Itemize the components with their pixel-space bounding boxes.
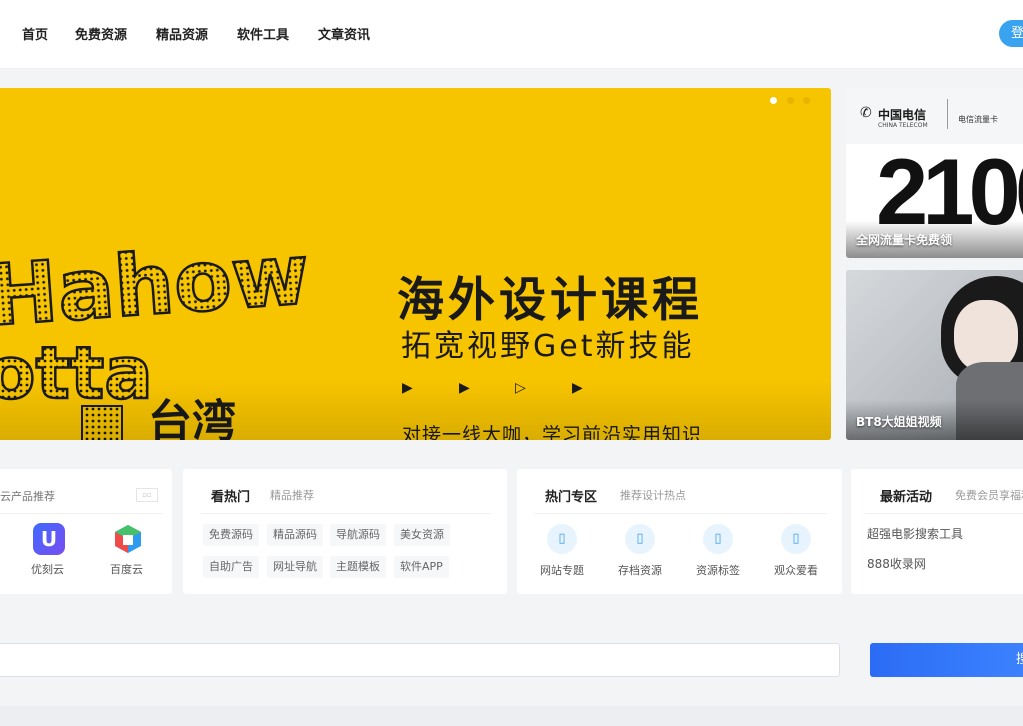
art-word-taiwan: 台湾 [148, 396, 236, 440]
widget-title: 云产品推荐 [0, 490, 55, 503]
tag-software-app[interactable]: 软件APP [394, 556, 449, 578]
nav-item-free-resources[interactable]: 免费资源 [75, 24, 127, 43]
banner-carousel[interactable]: Hahow otta 台湾 海外设计课程 拓宽视野Get新技能 ▶ ▶ ▷ ▶ … [0, 88, 831, 440]
widget-latest-activity: 最新活动 免费会员享福利 超强电影搜索工具 888收录网 [851, 469, 1023, 594]
tag-free-source[interactable]: 免费源码 [203, 524, 259, 546]
activity-item[interactable]: 888收录网 [867, 555, 926, 572]
tag-premium-source[interactable]: 精品源码 [267, 524, 323, 546]
toggle-icon[interactable]: ▫▫ [136, 488, 158, 502]
widget-subtitle: 精品推荐 [270, 489, 314, 502]
promo-card-title: BT8大姐姐视频 [856, 415, 942, 429]
widget-title: 最新活动 [880, 490, 933, 505]
widget-title: 热门专区 [545, 490, 598, 505]
baidu-cloud-icon[interactable] [112, 523, 144, 555]
nav-item-articles[interactable]: 文章资讯 [318, 24, 370, 43]
top-navbar: 首页 免费资源 精品资源 软件工具 文章资讯 登录 [0, 0, 1023, 68]
search-button[interactable]: 搜索 [870, 643, 1023, 677]
hahow-artwork: Hahow otta 台湾 [0, 238, 314, 440]
topic-icon[interactable]: ▯ [547, 524, 577, 554]
banner-headline: 海外设计课程 [397, 273, 703, 328]
zone-label[interactable]: 网站专题 [527, 562, 597, 578]
art-word-hahow: Hahow [0, 238, 312, 345]
bottom-strip [0, 706, 1023, 726]
zone-label[interactable]: 观众爱看 [761, 562, 831, 578]
tag-themes[interactable]: 主题模板 [330, 556, 386, 578]
telecom-logo-icon: ✆ [860, 105, 872, 121]
tag-icon[interactable]: ▯ [703, 524, 733, 554]
zone-label[interactable]: 存档资源 [605, 562, 675, 578]
app-label[interactable]: 百度云 [110, 561, 143, 577]
tag-site-nav[interactable]: 网址导航 [267, 556, 323, 578]
favorite-icon[interactable]: ▯ [781, 524, 811, 554]
play-icon: ▶ [459, 380, 470, 396]
widget-hot: 看热门 精品推荐 免费源码 精品源码 导航源码 美女资源 自助广告 网址导航 主… [183, 469, 507, 594]
login-button[interactable]: 登录 [999, 20, 1023, 47]
product-name: 电信流量卡 [958, 115, 998, 124]
widget-subtitle: 推荐设计热点 [620, 489, 686, 502]
nav-item-home[interactable]: 首页 [22, 24, 48, 43]
carousel-dot-1[interactable] [770, 97, 777, 104]
ucloud-icon[interactable]: U [33, 523, 65, 555]
nav-item-premium-resources[interactable]: 精品资源 [156, 24, 208, 43]
brand-name: 中国电信 [878, 108, 927, 122]
zone-label[interactable]: 资源标签 [683, 562, 753, 578]
tag-self-ads[interactable]: 自助广告 [203, 556, 259, 578]
banner-subline: 拓宽视野Get新技能 [401, 329, 695, 364]
archive-icon[interactable]: ▯ [625, 524, 655, 554]
carousel-dot-2[interactable] [787, 97, 794, 104]
art-word-otta: otta [0, 331, 153, 415]
nav-item-software-tools[interactable]: 软件工具 [237, 24, 289, 43]
play-icon: ▶ [402, 380, 413, 396]
widget-title: 看热门 [211, 490, 251, 505]
activity-item[interactable]: 超强电影搜索工具 [867, 525, 963, 542]
promo-card-telecom[interactable]: 中国电信 CHINA TELECOM ✆ 电信流量卡 2100 全网流量卡免费领 [846, 88, 1023, 258]
play-icon: ▶ [572, 380, 583, 396]
promo-card-title: 全网流量卡免费领 [856, 233, 953, 247]
search-input[interactable] [0, 643, 840, 677]
widget-subtitle: 免费会员享福利 [955, 489, 1023, 502]
banner-tagline: 对接一线大咖，学习前沿实用知识 [402, 424, 703, 440]
tag-beauty[interactable]: 美女资源 [394, 524, 450, 546]
brand-name-en: CHINA TELECOM [878, 122, 928, 129]
widget-cloud-products: 云产品推荐 ▫▫ U 优刻云 百度云 [0, 469, 172, 594]
app-label[interactable]: 优刻云 [31, 561, 64, 577]
carousel-dot-3[interactable] [803, 97, 810, 104]
promo-card-video[interactable]: BT8大姐姐视频 [846, 270, 1023, 440]
play-outline-icon: ▷ [515, 380, 526, 396]
widget-hot-zone: 热门专区 推荐设计热点 ▯ 网站专题 ▯ 存档资源 ▯ 资源标签 ▯ 观众爱看 [517, 469, 842, 594]
tag-nav-source[interactable]: 导航源码 [330, 524, 386, 546]
